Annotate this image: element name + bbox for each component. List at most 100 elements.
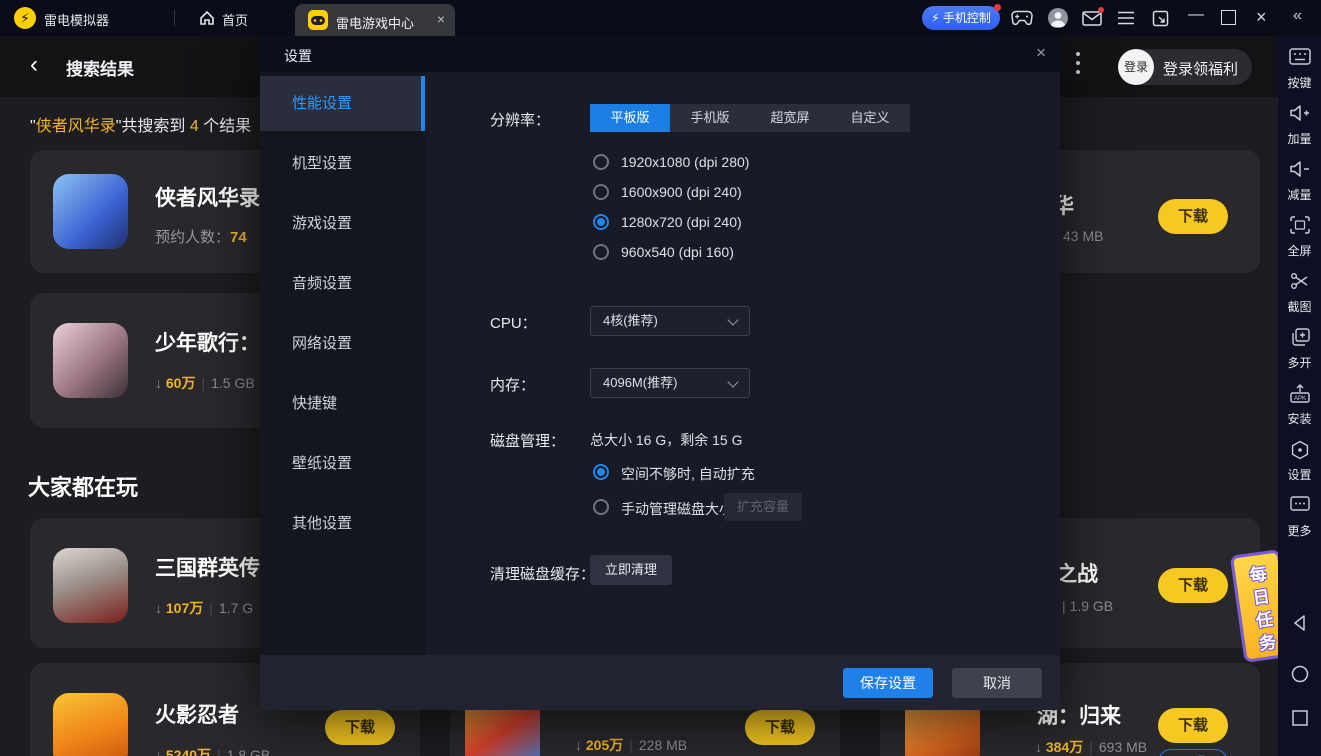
menu-icon[interactable] bbox=[1117, 11, 1135, 25]
settings-button[interactable]: 设置 bbox=[1278, 440, 1321, 488]
sidebar-item-wallpaper[interactable]: 壁纸设置 bbox=[260, 436, 425, 491]
radio-label[interactable]: 空间不够时, 自动扩充 bbox=[621, 464, 755, 484]
download-button[interactable]: 下载 bbox=[1158, 199, 1228, 234]
volume-up-icon bbox=[1289, 105, 1309, 121]
sidebar-item-hotkeys[interactable]: 快捷键 bbox=[260, 376, 425, 431]
tab-close-icon[interactable]: × bbox=[437, 11, 445, 27]
memory-select[interactable]: 4096M(推荐) bbox=[590, 368, 750, 398]
cloud-play-button[interactable]: 云玩 bbox=[1158, 749, 1228, 756]
keyboard-icon bbox=[1288, 48, 1311, 65]
more-options-icon[interactable] bbox=[1076, 52, 1080, 80]
mail-icon[interactable] bbox=[1082, 11, 1102, 26]
android-home-icon bbox=[1291, 665, 1308, 683]
radio-label[interactable]: 1600x900 (dpi 240) bbox=[621, 184, 742, 200]
sidebar-item-performance[interactable]: 性能设置 bbox=[260, 76, 425, 131]
radio-label[interactable]: 手动管理磁盘大小 bbox=[621, 499, 733, 519]
login-cta-button[interactable]: 登录 登录领福利 bbox=[1118, 49, 1252, 85]
android-back-button[interactable] bbox=[1278, 614, 1321, 637]
dialog-close-icon[interactable]: × bbox=[1036, 43, 1046, 63]
page-title: 搜索结果 bbox=[66, 60, 134, 79]
section-title: 大家都在玩 bbox=[28, 475, 139, 500]
more-tools-button[interactable]: 更多 bbox=[1278, 496, 1321, 544]
radio-label[interactable]: 1920x1080 (dpi 280) bbox=[621, 154, 749, 170]
radio-1920x1080[interactable] bbox=[593, 154, 609, 170]
radio-auto-expand[interactable] bbox=[593, 464, 609, 480]
download-button[interactable]: 下载 bbox=[325, 710, 395, 745]
game-title: 三国群英传 bbox=[155, 557, 260, 580]
search-summary: "侠者风华录"共搜索到 4 个结果 bbox=[30, 118, 252, 135]
sidebar-item-audio[interactable]: 音频设置 bbox=[260, 256, 425, 311]
settings-dialog: 设置 × 性能设置 机型设置 游戏设置 音频设置 网络设置 快捷键 壁纸设置 其… bbox=[260, 36, 1060, 710]
restore-window-icon[interactable] bbox=[1152, 10, 1169, 27]
game-meta: ↓ 384万 | 693 MB bbox=[1035, 739, 1148, 755]
resolution-tabs: 平板版 手机版 超宽屏 自定义 bbox=[590, 104, 910, 132]
minimize-button[interactable]: — bbox=[1188, 6, 1204, 24]
game-meta: | 1.9 GB bbox=[1062, 598, 1114, 614]
download-button[interactable]: 下载 bbox=[745, 710, 815, 745]
game-meta: 预约人数：74 bbox=[155, 229, 247, 246]
tab-tablet[interactable]: 平板版 bbox=[590, 104, 670, 132]
sidebar-item-network[interactable]: 网络设置 bbox=[260, 316, 425, 371]
game-meta: ↓ 60万 | 1.5 GB bbox=[155, 375, 255, 391]
android-home-button[interactable] bbox=[1278, 665, 1321, 688]
radio-960x540[interactable] bbox=[593, 244, 609, 260]
volume-up-button[interactable]: 加量 bbox=[1278, 104, 1321, 152]
keyboard-mapping-button[interactable]: 按键 bbox=[1278, 48, 1321, 96]
fullscreen-icon bbox=[1289, 216, 1310, 234]
clean-now-button[interactable]: 立即清理 bbox=[590, 555, 672, 585]
tab-home[interactable]: 首页 bbox=[222, 10, 248, 29]
cpu-select[interactable]: 4核(推荐) bbox=[590, 306, 750, 336]
dialog-header: 设置 × bbox=[260, 36, 1060, 72]
apk-install-icon: APK bbox=[1289, 384, 1310, 403]
download-button[interactable]: 下载 bbox=[1158, 708, 1228, 743]
fullscreen-button[interactable]: 全屏 bbox=[1278, 216, 1321, 264]
more-icon bbox=[1289, 496, 1310, 511]
sidebar-item-other[interactable]: 其他设置 bbox=[260, 496, 425, 551]
game-meta: 43 MB bbox=[1063, 228, 1104, 244]
login-avatar[interactable]: 登录 bbox=[1118, 49, 1154, 85]
resolution-label: 分辨率： bbox=[490, 112, 551, 129]
radio-1600x900[interactable] bbox=[593, 184, 609, 200]
dialog-body: 性能设置 机型设置 游戏设置 音频设置 网络设置 快捷键 壁纸设置 其他设置 分… bbox=[260, 72, 1060, 655]
android-recents-icon bbox=[1291, 710, 1308, 726]
game-center-icon bbox=[308, 10, 328, 30]
sidebar-item-device[interactable]: 机型设置 bbox=[260, 136, 425, 191]
home-icon[interactable] bbox=[198, 9, 216, 27]
tab-game-center[interactable]: 雷电游戏中心 × bbox=[295, 4, 455, 36]
download-button[interactable]: 下载 bbox=[1158, 568, 1228, 603]
app-name: 雷电模拟器 bbox=[44, 13, 110, 28]
radio-1280x720[interactable] bbox=[593, 214, 609, 230]
tab-ultrawide[interactable]: 超宽屏 bbox=[750, 104, 830, 132]
apk-install-button[interactable]: APK 安装 bbox=[1278, 384, 1321, 432]
screenshot-button[interactable]: 截图 bbox=[1278, 272, 1321, 320]
expand-capacity-button[interactable]: 扩充容量 bbox=[724, 493, 802, 521]
radio-label[interactable]: 960x540 (dpi 160) bbox=[621, 244, 734, 260]
save-settings-button[interactable]: 保存设置 bbox=[843, 668, 933, 698]
chevron-down-icon bbox=[727, 376, 739, 388]
android-recents-button[interactable] bbox=[1278, 710, 1321, 731]
notification-dot bbox=[994, 4, 1001, 11]
screenshot-scissors-icon bbox=[1290, 273, 1307, 289]
game-icon bbox=[53, 174, 128, 249]
tab-phone[interactable]: 手机版 bbox=[670, 104, 750, 132]
tab-custom[interactable]: 自定义 bbox=[830, 104, 910, 132]
back-icon[interactable]: ‹ bbox=[30, 51, 38, 79]
svg-text:APK: APK bbox=[1293, 396, 1305, 402]
maximize-button[interactable] bbox=[1221, 10, 1236, 25]
game-title: 侠者风华录 bbox=[155, 187, 260, 210]
sidebar-collapse-icon[interactable]: « bbox=[1293, 7, 1302, 25]
close-button[interactable]: × bbox=[1256, 7, 1267, 28]
sidebar-item-game[interactable]: 游戏设置 bbox=[260, 196, 425, 251]
phone-control-button[interactable]: ⚡ 手机控制 bbox=[922, 4, 1001, 30]
gamepad-icon[interactable] bbox=[1010, 10, 1034, 27]
cancel-button[interactable]: 取消 bbox=[952, 668, 1042, 698]
volume-down-button[interactable]: 减量 bbox=[1278, 160, 1321, 208]
avatar[interactable] bbox=[1048, 8, 1068, 28]
multi-instance-button[interactable]: 多开 bbox=[1278, 328, 1321, 376]
settings-sidebar: 性能设置 机型设置 游戏设置 音频设置 网络设置 快捷键 壁纸设置 其他设置 bbox=[260, 72, 425, 655]
radio-manual-disk[interactable] bbox=[593, 499, 609, 515]
radio-label[interactable]: 1280x720 (dpi 240) bbox=[621, 214, 742, 230]
lightning-icon: ⚡ bbox=[931, 11, 940, 25]
memory-label: 内存： bbox=[490, 377, 536, 394]
app-window: ⚡ 雷电模拟器 首页 雷电游戏中心 × ⚡ 手机控制 — × « ‹ 搜索结果 … bbox=[0, 0, 1321, 756]
